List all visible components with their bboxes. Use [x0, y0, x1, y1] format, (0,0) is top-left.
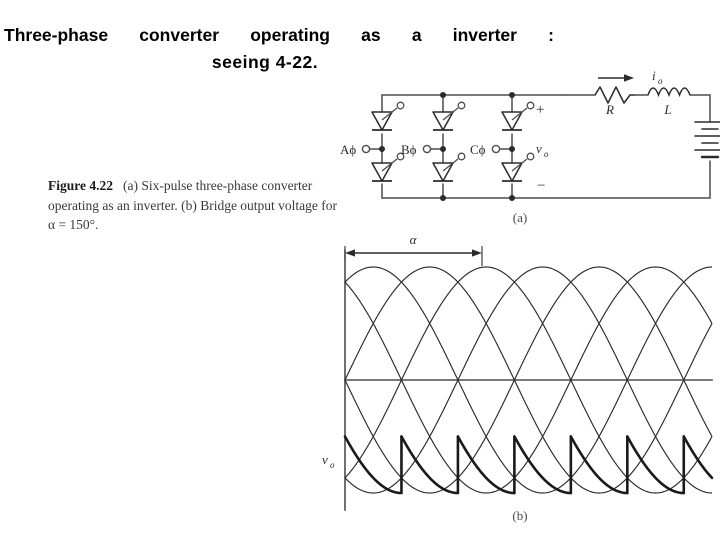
waveform-vo-label: v — [322, 452, 328, 467]
terminal-phase-c — [491, 144, 501, 154]
dc-source-symbol — [694, 121, 720, 159]
wire-to-battery-top — [689, 94, 711, 123]
current-label: i — [652, 68, 656, 83]
output-plus-sign: + — [536, 102, 544, 118]
thyristor-a-upper — [371, 101, 405, 131]
figure-number: Figure 4.22 — [48, 178, 113, 193]
output-segment — [513, 435, 573, 495]
output-voltage-subscript: o — [544, 149, 549, 159]
inductor-symbol — [647, 87, 691, 98]
figure-caption: Figure 4.22 (a) Six-pulse three-phase con… — [48, 176, 338, 235]
part-a-label: (a) — [513, 210, 527, 225]
wire-battery-to-bottom-rail — [564, 160, 711, 199]
bridge-output-voltage-curve — [343, 435, 714, 495]
phase-a-label: Aϕ — [340, 142, 356, 157]
terminal-phase-a — [361, 144, 371, 154]
output-segment — [626, 435, 686, 495]
converter-circuit-diagram: Aϕ Bϕ Cϕ v o + − R L i o v dc − + (a) — [340, 68, 720, 225]
alpha-dimension: α — [344, 232, 483, 266]
current-arrow-io — [598, 74, 634, 82]
output-segment — [682, 435, 714, 480]
thyristor-b-upper — [432, 101, 466, 131]
waveform-vo-subscript: o — [330, 460, 335, 470]
current-subscript: o — [658, 76, 663, 86]
inductor-label: L — [663, 102, 671, 117]
output-voltage-label: v — [536, 141, 542, 156]
terminal-phase-b — [422, 144, 432, 154]
thyristor-b-lower — [432, 152, 466, 182]
thyristor-c-lower — [501, 152, 535, 182]
alpha-label: α — [410, 232, 418, 247]
phase-b-label: Bϕ — [401, 142, 417, 157]
output-segment — [343, 435, 402, 495]
output-segment — [400, 435, 459, 495]
resistor-symbol — [594, 86, 635, 104]
output-minus-sign: − — [537, 178, 545, 194]
thyristor-a-lower — [371, 152, 405, 182]
output-voltage-waveform-chart: α v o (b) — [322, 232, 714, 523]
figure-page: Three-phase converter operating as a inv… — [0, 0, 720, 540]
output-segment — [456, 435, 516, 495]
thyristor-c-upper — [501, 101, 535, 131]
output-segment — [569, 435, 629, 495]
resistor-label: R — [605, 102, 614, 117]
part-b-label: (b) — [512, 508, 527, 523]
page-title-line-1: Three-phase converter operating as a inv… — [4, 25, 554, 45]
phase-c-label: Cϕ — [470, 142, 486, 157]
